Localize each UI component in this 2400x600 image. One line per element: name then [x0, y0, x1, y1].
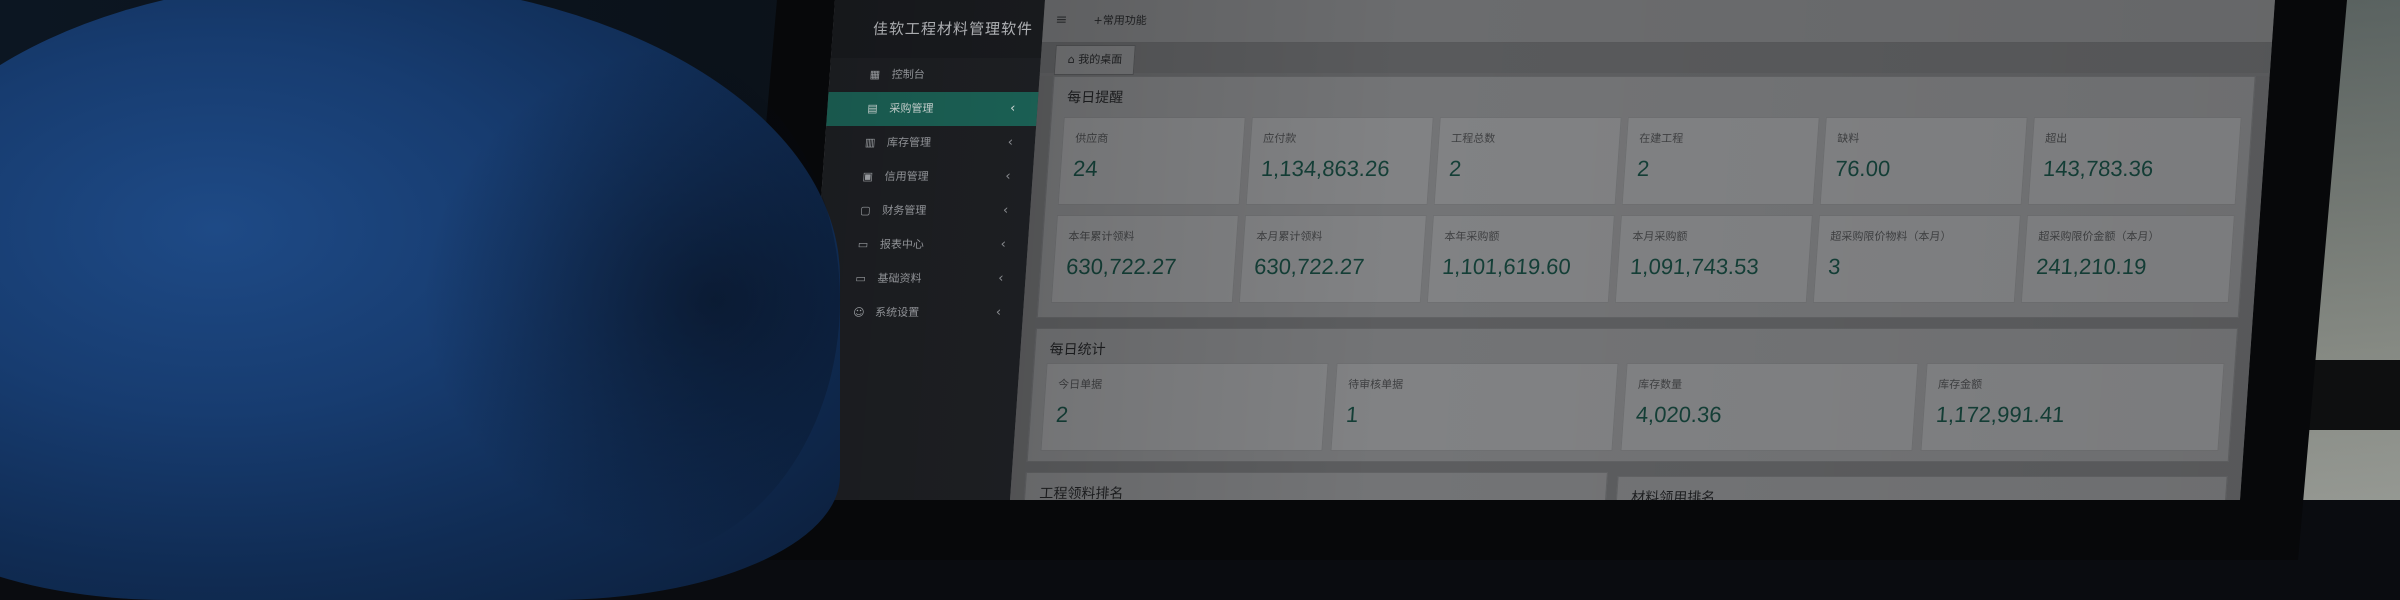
sidebar-item-basic-data[interactable]: ▭ 基础资料 ‹ — [814, 262, 1026, 296]
report-folder-icon: ▭ — [857, 238, 869, 251]
sidebar-item-reports[interactable]: ▭ 报表中心 ‹ — [817, 228, 1029, 262]
stat-label: 本月采购额 — [1631, 230, 1688, 243]
sidebar-item-purchase[interactable]: ▤ 采购管理 ‹ — [826, 92, 1039, 126]
panel-title: 每日提醒 — [1066, 90, 1124, 106]
stat-value: 1,091,743.53 — [1629, 254, 1760, 279]
stat-value: 4,020.36 — [1635, 402, 1723, 427]
stat-card[interactable]: 库存金额 1,172,991.41 — [1920, 363, 2225, 451]
stat-value: 2 — [1055, 402, 1070, 427]
stat-card[interactable]: 库存数量 4,020.36 — [1620, 363, 1919, 451]
stat-label: 超出 — [2044, 132, 2068, 145]
panel-title: 工程领料排名 — [1038, 486, 1124, 500]
chevron-left-icon: ‹ — [1007, 135, 1014, 150]
sidebar-item-label: 采购管理 — [888, 102, 934, 115]
stat-card[interactable]: 超采购限价物料（本月） 3 — [1812, 215, 2021, 303]
purchase-icon: ▤ — [866, 102, 879, 115]
user-settings-icon: ☺ — [852, 306, 866, 319]
stat-label: 库存数量 — [1637, 378, 1683, 391]
stat-label: 在建工程 — [1638, 132, 1684, 145]
stat-card[interactable]: 缺料 76.00 — [1819, 117, 2028, 205]
finance-icon: ▢ — [859, 204, 872, 217]
credit-icon: ▣ — [862, 170, 874, 183]
tab-label: 我的桌面 — [1077, 53, 1123, 66]
sidebar-item-label: 系统设置 — [874, 306, 920, 319]
sidebar-item-inventory[interactable]: ▥ 库存管理 ‹ — [824, 126, 1036, 160]
chevron-left-icon: ‹ — [1004, 169, 1012, 184]
panel-title: 每日统计 — [1048, 342, 1107, 358]
stat-label: 超采购限价金额（本月） — [2037, 230, 2160, 243]
panel-title: 材料领用排名 — [1630, 490, 1716, 500]
sidebar-item-label: 信用管理 — [884, 170, 930, 183]
stat-card[interactable]: 本月累计领料 630,722.27 — [1238, 215, 1427, 303]
stat-card[interactable]: 今日单据 2 — [1040, 363, 1329, 451]
material-ranking-panel: 材料领用排名 — [1613, 476, 2228, 500]
sidebar-item-label: 报表中心 — [879, 238, 925, 251]
stat-value: 1 — [1345, 402, 1360, 427]
tab-my-desktop[interactable]: ⌂ 我的桌面 — [1053, 45, 1137, 75]
chevron-left-icon: ‹ — [1000, 237, 1007, 252]
chevron-left-icon: ‹ — [995, 305, 1002, 320]
sidebar-item-label: 财务管理 — [881, 204, 927, 217]
common-functions-button[interactable]: +常用功能 — [1093, 12, 1147, 28]
stat-label: 本年累计领料 — [1067, 230, 1135, 243]
stat-value: 241,210.19 — [2035, 254, 2148, 279]
stat-value: 630,722.27 — [1253, 254, 1366, 279]
stat-value: 630,722.27 — [1065, 254, 1178, 279]
stat-value: 2 — [1636, 156, 1651, 181]
stat-label: 库存金额 — [1937, 378, 1983, 391]
folder-icon: ▭ — [855, 272, 867, 285]
daily-reminder-panel: 每日提醒 供应商 24 应付款 1,134,863.26 工程总数 2 在建工程… — [1036, 76, 2256, 318]
chevron-left-icon: ‹ — [1002, 203, 1009, 218]
sidebar-item-label: 控制台 — [891, 68, 926, 81]
stat-card[interactable]: 供应商 24 — [1057, 117, 1246, 205]
inventory-icon: ▥ — [864, 136, 876, 149]
monitor-screen: 佳软工程材料管理软件 ▦ 控制台 ▤ 采购管理 ‹ ▥ 库存管理 ‹ ▣ 信用管理 ‹ … — [800, 0, 2275, 500]
stat-label: 应付款 — [1262, 132, 1297, 145]
stat-label: 待审核单据 — [1347, 378, 1404, 391]
stat-card[interactable]: 在建工程 2 — [1621, 117, 1820, 205]
stat-value: 143,783.36 — [2042, 156, 2155, 181]
stat-card[interactable]: 本月采购额 1,091,743.53 — [1614, 215, 1813, 303]
stat-label: 今日单据 — [1057, 378, 1103, 391]
stat-value: 76.00 — [1834, 156, 1892, 181]
tab-bar: ⌂ 我的桌面 — [1039, 43, 2272, 75]
stat-value: 1,134,863.26 — [1260, 156, 1391, 181]
shoulder-shadow — [420, 40, 840, 560]
stat-card[interactable]: 待审核单据 1 — [1330, 363, 1619, 451]
stat-card[interactable]: 本年采购额 1,101,619.60 — [1426, 215, 1615, 303]
daily-stats-panel: 每日统计 今日单据 2 待审核单据 1 库存数量 4,020.36 库存金额 1… — [1026, 328, 2239, 462]
stat-value: 2 — [1448, 156, 1463, 181]
stat-label: 超采购限价物料（本月） — [1829, 230, 1952, 243]
sidebar-item-label: 基础资料 — [877, 272, 922, 285]
stat-value: 1,172,991.41 — [1935, 402, 2066, 427]
stat-label: 本年采购额 — [1443, 230, 1500, 243]
chevron-left-icon: ‹ — [997, 271, 1005, 286]
sidebar-item-label: 库存管理 — [886, 136, 932, 149]
dashboard-icon: ▦ — [869, 68, 881, 81]
stat-card[interactable]: 本年累计领料 630,722.27 — [1050, 215, 1239, 303]
sidebar-item-settings[interactable]: ☺ 系统设置 ‹ — [812, 296, 1024, 330]
home-icon: ⌂ — [1067, 53, 1076, 66]
stat-value: 3 — [1827, 254, 1842, 279]
stat-value: 1,101,619.60 — [1441, 254, 1572, 279]
stat-card[interactable]: 超出 143,783.36 — [2027, 117, 2242, 205]
chevron-left-icon: ‹ — [1009, 101, 1016, 116]
sidebar-item-dashboard[interactable]: ▦ 控制台 — [829, 58, 1041, 92]
main-content: 每日提醒 供应商 24 应付款 1,134,863.26 工程总数 2 在建工程… — [1010, 76, 2270, 500]
stat-label: 工程总数 — [1450, 132, 1496, 145]
stat-value: 24 — [1072, 156, 1099, 181]
topbar: ≡ +常用功能 — [1041, 0, 2275, 43]
stat-card[interactable]: 超采购限价金额（本月） 241,210.19 — [2020, 215, 2235, 303]
hamburger-icon[interactable]: ≡ — [1055, 12, 1068, 28]
sidebar-item-credit[interactable]: ▣ 信用管理 ‹ — [821, 160, 1033, 194]
stat-card[interactable]: 工程总数 2 — [1433, 117, 1622, 205]
app-title: 佳软工程材料管理软件 — [830, 0, 1045, 58]
sidebar-item-finance[interactable]: ▢ 财务管理 ‹ — [819, 194, 1031, 228]
project-ranking-panel: 工程领料排名 — [1021, 472, 1608, 500]
stat-label: 缺料 — [1836, 132, 1860, 145]
stat-label: 供应商 — [1074, 132, 1109, 145]
stat-label: 本月累计领料 — [1255, 230, 1323, 243]
stat-card[interactable]: 应付款 1,134,863.26 — [1245, 117, 1434, 205]
